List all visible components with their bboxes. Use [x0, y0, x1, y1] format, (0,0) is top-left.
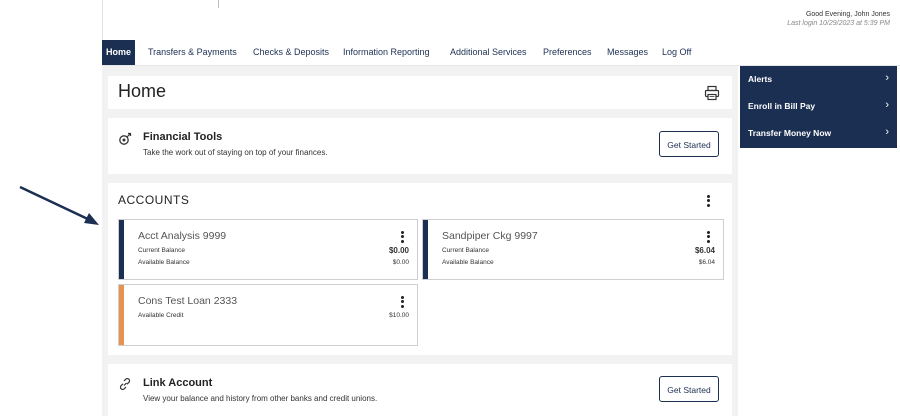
nav-checks-deposits[interactable]: Checks & Deposits — [253, 40, 329, 65]
available-credit-label: Available Credit — [138, 312, 184, 319]
user-greeting: Good Evening, John Jones Last login 10/2… — [787, 10, 890, 28]
account-color-stripe — [119, 285, 124, 345]
available-credit-value: $10.00 — [389, 312, 409, 319]
last-login-text: Last login 10/29/2023 at 5:39 PM — [787, 20, 890, 27]
side-item-alerts[interactable]: Alerts › — [740, 66, 897, 93]
account-tile-cons-test-loan[interactable]: Cons Test Loan 2333 Available Credit $10… — [118, 284, 418, 346]
account-name: Acct Analysis 9999 — [138, 230, 227, 242]
current-balance-value: $6.04 — [694, 246, 715, 255]
link-account-card: Link Account View your balance and histo… — [108, 364, 732, 416]
side-item-label: Transfer Money Now — [748, 128, 832, 138]
side-item-label: Alerts — [748, 74, 773, 84]
financial-tools-icon — [119, 132, 132, 145]
nav-transfers-payments[interactable]: Transfers & Payments — [148, 40, 237, 65]
current-balance-value: $0.00 — [388, 246, 409, 255]
account-color-stripe — [119, 220, 124, 279]
accounts-title: ACCOUNTS — [118, 193, 190, 207]
nav-log-off[interactable]: Log Off — [662, 40, 691, 65]
page-title: Home — [118, 81, 167, 101]
nav-information-reporting[interactable]: Information Reporting — [343, 40, 430, 65]
account-tile-acct-analysis[interactable]: Acct Analysis 9999 Current Balance $0.00… — [118, 219, 418, 280]
account-tile-sandpiper-ckg[interactable]: Sandpiper Ckg 9997 Current Balance $6.04… — [422, 219, 724, 280]
chevron-right-icon: › — [885, 99, 889, 111]
financial-tools-get-started-button[interactable]: Get Started — [659, 131, 719, 157]
chevron-right-icon: › — [885, 72, 889, 84]
link-account-title: Link Account — [143, 377, 213, 389]
home-header-card: Home — [108, 76, 732, 109]
nav-messages[interactable]: Messages — [607, 40, 648, 65]
header-divider-small — [218, 0, 219, 8]
account-menu-icon[interactable] — [396, 294, 408, 310]
financial-tools-card: Financial Tools Take the work out of sta… — [108, 118, 732, 174]
accounts-menu-icon[interactable] — [702, 193, 714, 209]
account-name: Sandpiper Ckg 9997 — [442, 230, 538, 242]
chevron-right-icon: › — [885, 126, 889, 138]
available-balance-value: $0.00 — [392, 259, 409, 266]
accounts-card: ACCOUNTS Acct Analysis 9999 Current Bala… — [108, 183, 732, 355]
greeting-text: Good Evening, John Jones — [805, 11, 890, 18]
account-menu-icon[interactable] — [702, 229, 714, 245]
side-item-enroll-bill-pay[interactable]: Enroll in Bill Pay › — [740, 93, 897, 120]
main-nav: Home Transfers & Payments Checks & Depos… — [102, 40, 900, 66]
current-balance-label: Current Balance — [442, 247, 489, 254]
printer-icon[interactable] — [704, 85, 720, 101]
link-account-get-started-button[interactable]: Get Started — [659, 376, 719, 402]
available-balance-label: Available Balance — [138, 259, 190, 266]
financial-tools-description: Take the work out of staying on top of y… — [143, 148, 328, 157]
nav-additional-services[interactable]: Additional Services — [450, 40, 527, 65]
account-color-stripe — [423, 220, 428, 279]
current-balance-label: Current Balance — [138, 247, 185, 254]
side-item-transfer-money[interactable]: Transfer Money Now › — [740, 120, 897, 147]
available-balance-value: $6.04 — [698, 259, 715, 266]
link-icon — [119, 378, 131, 390]
link-account-description: View your balance and history from other… — [143, 394, 378, 403]
financial-tools-title: Financial Tools — [143, 131, 223, 143]
annotation-arrow-icon — [19, 185, 99, 225]
available-balance-label: Available Balance — [442, 259, 494, 266]
account-name: Cons Test Loan 2333 — [138, 295, 238, 307]
side-item-label: Enroll in Bill Pay — [748, 101, 816, 111]
main-content: Home Financial Tools Take the work out o… — [102, 66, 738, 416]
account-menu-icon[interactable] — [396, 229, 408, 245]
nav-preferences[interactable]: Preferences — [543, 40, 592, 65]
quick-actions-panel: Alerts › Enroll in Bill Pay › Transfer M… — [740, 66, 897, 148]
